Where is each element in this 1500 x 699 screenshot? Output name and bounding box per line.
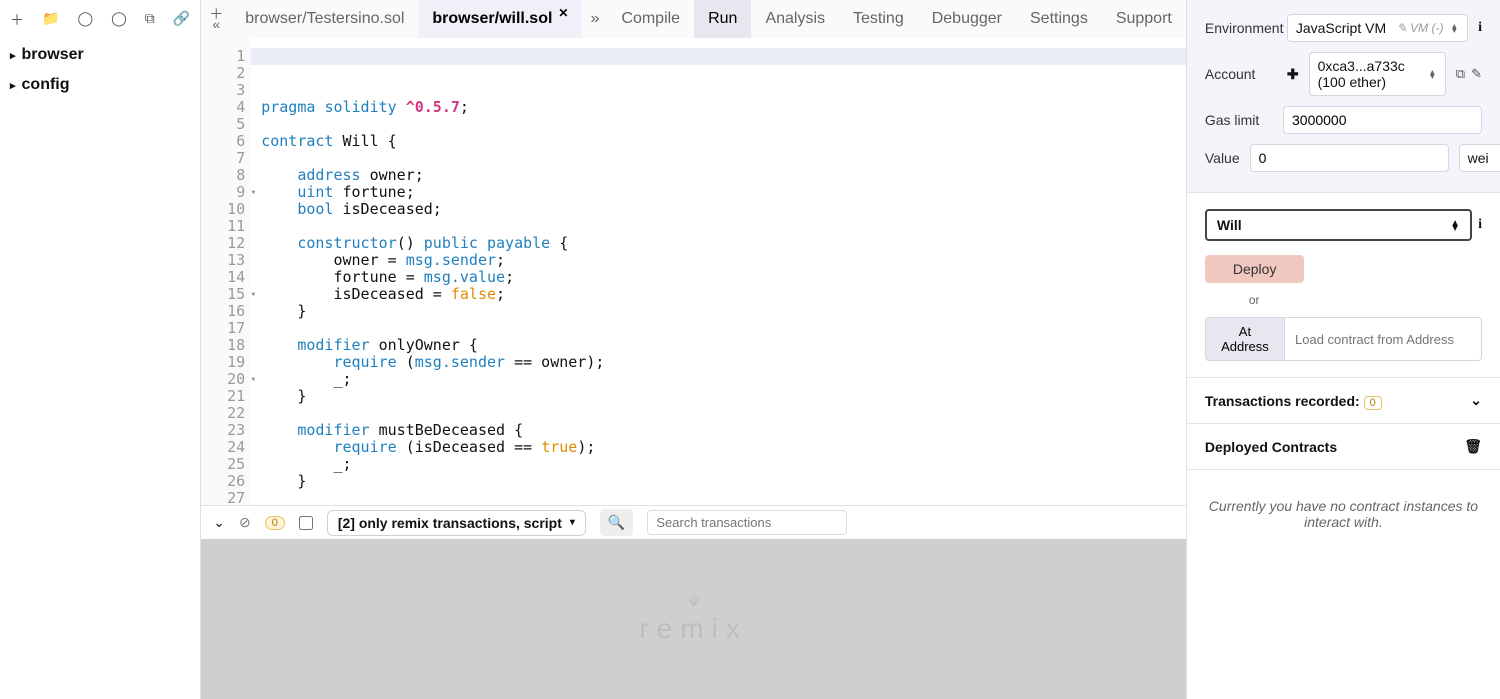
line-gutter: 1234567891011121314151617181920212223242… bbox=[201, 38, 251, 505]
tab-settings[interactable]: Settings bbox=[1016, 0, 1102, 38]
listen-checkbox[interactable] bbox=[299, 516, 313, 530]
environment-label: Environment bbox=[1205, 20, 1277, 36]
tab-label: browser/will.sol bbox=[432, 10, 552, 28]
file-panel-toolbar: ＋ 📁 ◯ ◯ ⧉ 🔗 bbox=[0, 0, 200, 36]
close-tab-icon[interactable]: ✕ bbox=[558, 6, 568, 20]
search-transactions-input[interactable] bbox=[647, 510, 847, 535]
tab-compile[interactable]: Compile bbox=[607, 0, 694, 38]
console-header: ⌄ ⊘ 0 [2] only remix transactions, scrip… bbox=[201, 505, 1186, 539]
gaslimit-input[interactable] bbox=[1283, 106, 1482, 134]
add-account-icon[interactable]: ✚ bbox=[1287, 66, 1299, 83]
editor-area: ＋« browser/Testersino.sol browser/will.s… bbox=[201, 0, 1187, 699]
contract-select[interactable]: Will bbox=[1205, 209, 1472, 241]
no-instances-message: Currently you have no contract instances… bbox=[1187, 470, 1500, 558]
tab-testersino[interactable]: browser/Testersino.sol bbox=[231, 0, 418, 38]
console-collapse-icon[interactable]: ⌄ bbox=[213, 514, 225, 531]
edit-account-icon[interactable]: ✎ bbox=[1471, 66, 1482, 82]
value-label: Value bbox=[1205, 150, 1240, 166]
file-panel: ＋ 📁 ◯ ◯ ⧉ 🔗 ▸browser ▸config bbox=[0, 0, 201, 699]
gaslimit-label: Gas limit bbox=[1205, 112, 1273, 128]
search-icon[interactable]: 🔍 bbox=[600, 509, 633, 536]
transactions-recorded-section[interactable]: Transactions recorded: 0 ⌄ bbox=[1187, 378, 1500, 424]
deployed-contracts-section: Deployed Contracts 🗑 bbox=[1187, 424, 1500, 470]
account-select[interactable]: 0xca3...a733c (100 ether) bbox=[1309, 52, 1446, 96]
tab-analysis[interactable]: Analysis bbox=[751, 0, 839, 38]
run-panel: Environment JavaScript VM✎ VM (-) i Acco… bbox=[1187, 0, 1500, 699]
right-tabs: » Compile Run Analysis Testing Debugger … bbox=[582, 0, 1185, 38]
trash-icon[interactable]: 🗑 bbox=[1464, 438, 1482, 455]
github-icon[interactable]: ◯ bbox=[77, 10, 93, 30]
tab-testing[interactable]: Testing bbox=[839, 0, 918, 38]
open-folder-icon[interactable]: 📁 bbox=[42, 10, 59, 30]
code-editor[interactable]: 1234567891011121314151617181920212223242… bbox=[201, 38, 1186, 505]
info-icon[interactable]: i bbox=[1478, 217, 1482, 233]
tree-item-label: config bbox=[22, 76, 70, 94]
new-file-icon[interactable]: ＋ bbox=[10, 10, 24, 30]
chevron-down-icon[interactable]: ⌄ bbox=[1470, 392, 1482, 409]
tab-debugger[interactable]: Debugger bbox=[918, 0, 1016, 38]
copy-account-icon[interactable]: ⧉ bbox=[1456, 66, 1465, 82]
tree-item-label: browser bbox=[22, 46, 84, 64]
deploy-button[interactable]: Deploy bbox=[1205, 255, 1305, 283]
at-address-button[interactable]: At Address bbox=[1205, 317, 1284, 361]
pencil-icon[interactable]: ✎ bbox=[1397, 21, 1407, 35]
value-unit-select[interactable]: wei bbox=[1459, 144, 1500, 172]
tab-scroll-right-icon[interactable]: » bbox=[582, 10, 607, 28]
tx-count-badge: 0 bbox=[1364, 396, 1382, 410]
tab-scroll-left[interactable]: ＋« bbox=[201, 0, 231, 38]
copy-icon[interactable]: ⧉ bbox=[145, 10, 155, 30]
tab-run[interactable]: Run bbox=[694, 0, 751, 38]
tree-item-config[interactable]: ▸config bbox=[10, 70, 190, 100]
environment-select[interactable]: JavaScript VM✎ VM (-) bbox=[1287, 14, 1468, 42]
tab-label: browser/Testersino.sol bbox=[245, 10, 404, 28]
tree-item-browser[interactable]: ▸browser bbox=[10, 40, 190, 70]
tx-filter-dropdown[interactable]: [2] only remix transactions, script bbox=[327, 510, 586, 536]
at-address-input[interactable] bbox=[1284, 317, 1482, 361]
terminal[interactable]: remix bbox=[201, 539, 1186, 699]
or-label: or bbox=[1249, 293, 1482, 307]
tab-bar: ＋« browser/Testersino.sol browser/will.s… bbox=[201, 0, 1186, 38]
info-icon[interactable]: i bbox=[1478, 20, 1482, 36]
account-label: Account bbox=[1205, 66, 1277, 82]
link-icon[interactable]: 🔗 bbox=[173, 10, 190, 30]
tx-filter-label: [2] only remix transactions, script bbox=[338, 515, 562, 531]
remix-logo: remix bbox=[639, 593, 747, 645]
tab-support[interactable]: Support bbox=[1102, 0, 1186, 38]
pending-tx-badge: 0 bbox=[265, 516, 285, 530]
gist-icon[interactable]: ◯ bbox=[111, 10, 127, 30]
tab-will[interactable]: browser/will.sol ✕ bbox=[418, 0, 582, 38]
value-amount-input[interactable] bbox=[1250, 144, 1449, 172]
clear-console-icon[interactable]: ⊘ bbox=[239, 514, 251, 531]
code-area[interactable]: pragma solidity ^0.5.7; contract Will { … bbox=[251, 38, 1186, 505]
